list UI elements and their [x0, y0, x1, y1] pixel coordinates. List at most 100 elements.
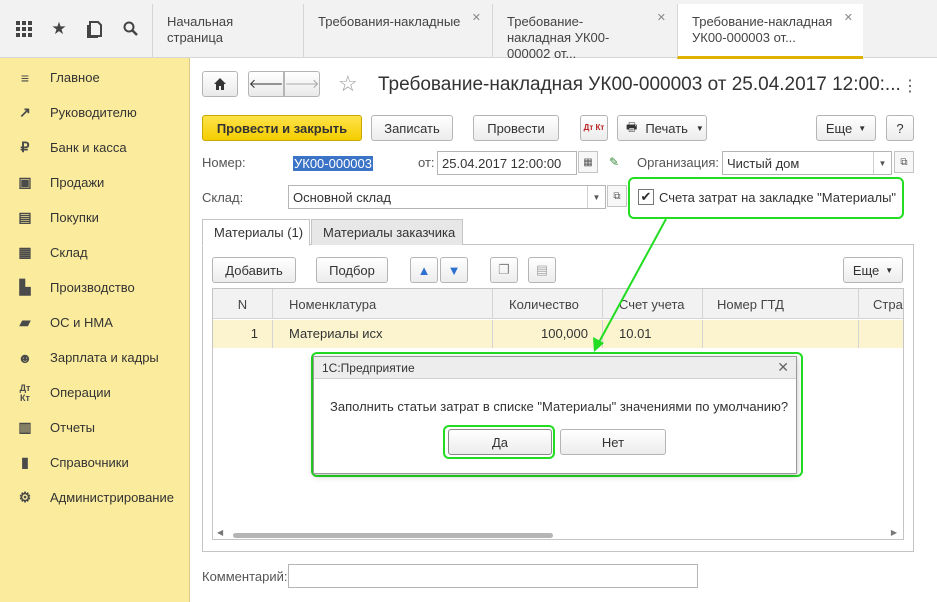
sidebar-item-main[interactable]: ≡ Главное: [0, 60, 190, 95]
number-value: УК00-000003: [293, 156, 373, 171]
calendar-icon[interactable]: ▦: [578, 151, 598, 173]
date-field[interactable]: 25.04.2017 12:00:00: [437, 151, 577, 175]
organization-field[interactable]: Чистый дом ▼: [722, 151, 892, 175]
pick-button[interactable]: Подбор: [316, 257, 388, 283]
tab-document-000002[interactable]: Требование-накладная УК00-000002 от... ✕: [492, 4, 676, 61]
dt-kt-button[interactable]: Дт Кт: [580, 115, 608, 141]
sidebar-item-label: Покупки: [50, 210, 99, 225]
open-link-icon[interactable]: ⧉: [894, 151, 914, 173]
sidebar-item-purchases[interactable]: ▤ Покупки: [0, 200, 190, 235]
number-field[interactable]: УК00-000003: [288, 151, 408, 175]
chevron-down-icon[interactable]: ▼: [873, 152, 891, 174]
apps-grid-icon[interactable]: [12, 17, 36, 41]
warehouse-field[interactable]: Основной склад ▼: [288, 185, 606, 209]
bag-icon: ▣: [18, 174, 32, 190]
printer-icon: 🖶: [626, 119, 638, 134]
dialog-message: Заполнить статьи затрат в списке "Матери…: [330, 399, 789, 414]
column-header[interactable]: Количество: [493, 289, 603, 319]
tab-customer-materials[interactable]: Материалы заказчика: [311, 219, 463, 245]
column-header[interactable]: Стра: [859, 289, 903, 319]
sidebar-item-label: Продажи: [50, 175, 105, 190]
truck-icon: ▰: [19, 314, 31, 330]
table-header: N Номенклатура Количество Счет учета Ном…: [213, 289, 903, 319]
sidebar-item-administration[interactable]: ⚙ Администрирование: [0, 480, 190, 515]
close-icon[interactable]: ✕: [777, 359, 789, 376]
sidebar-item-label: Операции: [50, 385, 111, 400]
sidebar-item-production[interactable]: ▙ Производство: [0, 270, 190, 305]
favorite-star-icon[interactable]: ☆: [338, 71, 358, 97]
sidebar-item-manager[interactable]: ↗ Руководителю: [0, 95, 190, 130]
arrow-left-icon: 🡐: [248, 76, 284, 91]
history-icon[interactable]: [83, 17, 107, 41]
more-label: Еще: [852, 262, 880, 278]
sidebar-item-directories[interactable]: ▮ Справочники: [0, 445, 190, 480]
close-icon[interactable]: ✕: [844, 10, 853, 26]
column-header[interactable]: Номенклатура: [273, 289, 493, 319]
tab-label: Требования-накладные: [318, 14, 461, 29]
sidebar: ≡ Главное ↗ Руководителю ₽ Банк и касса ▣ Пр…: [0, 58, 190, 602]
sidebar-item-label: Администрирование: [50, 490, 174, 505]
sidebar-item-label: Склад: [50, 245, 88, 260]
search-icon[interactable]: [119, 17, 143, 41]
sidebar-item-label: Справочники: [50, 455, 129, 470]
scroll-left-icon[interactable]: ◀: [217, 528, 223, 537]
comment-field[interactable]: [288, 564, 698, 588]
sidebar-item-fixed-assets[interactable]: ▰ ОС и НМА: [0, 305, 190, 340]
table-more-button[interactable]: Еще ▼: [843, 257, 903, 283]
more-button[interactable]: Еще ▼: [816, 115, 876, 141]
post-and-close-button[interactable]: Провести и закрыть: [202, 115, 362, 141]
chevron-down-icon[interactable]: ▼: [587, 186, 605, 208]
favorites-star-icon[interactable]: ★: [47, 17, 71, 41]
tab-home[interactable]: Начальная страница: [152, 4, 302, 58]
table-row[interactable]: 1 Материалы исх 100,000 10.01: [213, 320, 903, 348]
move-up-button[interactable]: ▲: [410, 257, 438, 283]
organization-value: Чистый дом: [727, 156, 800, 171]
tab-label: Требование-накладная УК00-000002 от...: [507, 14, 610, 61]
write-button[interactable]: Записать: [371, 115, 453, 141]
post-button[interactable]: Провести: [473, 115, 559, 141]
table-cell: 10.01: [603, 320, 703, 348]
print-button[interactable]: 🖶 Печать ▼: [617, 115, 707, 141]
table-cell: 100,000: [493, 320, 603, 348]
scroll-right-icon[interactable]: ▶: [891, 528, 897, 537]
cost-accounts-checkbox[interactable]: ✔: [638, 189, 654, 205]
more-label: Еще: [825, 120, 853, 136]
sidebar-item-warehouse[interactable]: ▦ Склад: [0, 235, 190, 270]
factory-icon: ▙: [19, 279, 31, 295]
kebab-menu-icon[interactable]: ⋮: [902, 76, 918, 96]
horizontal-scrollbar[interactable]: ◀ ▶: [213, 528, 903, 539]
home-icon: [214, 78, 226, 90]
column-header[interactable]: Счет учета: [603, 289, 703, 319]
warehouse-icon: ▦: [18, 244, 32, 260]
sidebar-item-label: Главное: [50, 70, 100, 85]
close-icon[interactable]: ✕: [657, 10, 666, 26]
back-button[interactable]: 🡐: [248, 71, 284, 97]
yes-button[interactable]: Да: [448, 429, 552, 455]
tab-requirements-list[interactable]: Требования-накладные ✕: [303, 4, 491, 58]
help-button[interactable]: ?: [886, 115, 914, 141]
add-button[interactable]: Добавить: [212, 257, 296, 283]
edit-check-icon[interactable]: ✎: [609, 155, 619, 169]
print-label: Печать: [645, 120, 688, 136]
sidebar-item-operations[interactable]: Дт Кт Операции: [0, 375, 190, 410]
no-button[interactable]: Нет: [560, 429, 666, 455]
sidebar-item-bank[interactable]: ₽ Банк и касса: [0, 130, 190, 165]
open-link-icon[interactable]: ⧉: [607, 185, 627, 207]
tab-document-000003[interactable]: Требование-накладная УК00-000003 от... ✕: [677, 4, 863, 59]
home-button[interactable]: [202, 71, 238, 97]
sidebar-item-sales[interactable]: ▣ Продажи: [0, 165, 190, 200]
paste-button[interactable]: ▤: [528, 257, 556, 283]
tab-materials[interactable]: Материалы (1): [202, 219, 310, 246]
paste-icon: ▤: [535, 262, 549, 277]
column-header[interactable]: N: [213, 289, 273, 319]
confirm-dialog: 1С:Предприятие ✕ Заполнить статьи затрат …: [313, 356, 797, 474]
sidebar-item-reports[interactable]: ▥ Отчеты: [0, 410, 190, 445]
dialog-title: 1С:Предприятие ✕: [314, 357, 796, 379]
column-header[interactable]: Номер ГТД: [703, 289, 859, 319]
close-icon[interactable]: ✕: [472, 10, 481, 26]
scrollbar-thumb[interactable]: [233, 533, 553, 538]
forward-button[interactable]: 🡒: [284, 71, 320, 97]
sidebar-item-payroll[interactable]: ☻ Зарплата и кадры: [0, 340, 190, 375]
copy-button[interactable]: ❐: [490, 257, 518, 283]
move-down-button[interactable]: ▼: [440, 257, 468, 283]
